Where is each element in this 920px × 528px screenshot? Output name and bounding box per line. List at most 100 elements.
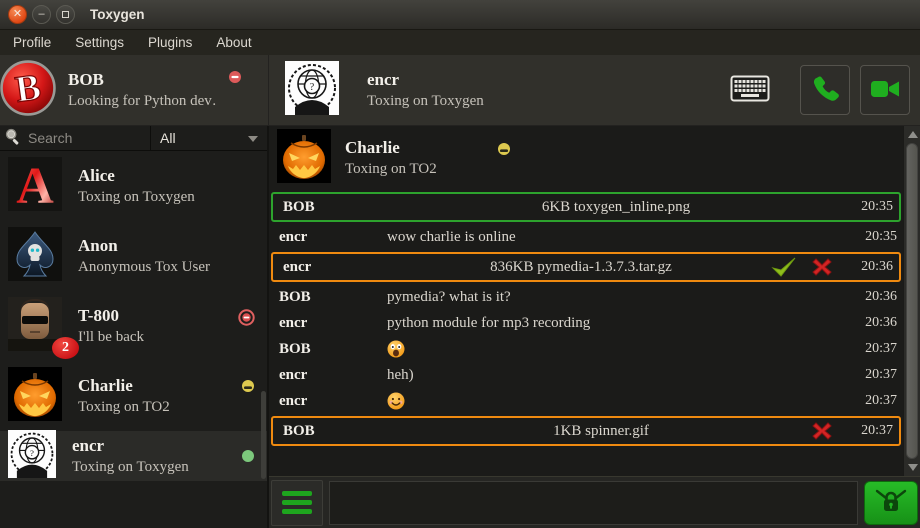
decline-file-button[interactable] bbox=[811, 421, 833, 441]
chat-peer-name: Charlie bbox=[345, 138, 437, 158]
message-body: 1KB spinner.gif bbox=[391, 423, 811, 440]
svg-text:?: ? bbox=[30, 447, 34, 457]
menu-settings[interactable]: Settings bbox=[75, 35, 124, 50]
sidebar-scrollbar-thumb[interactable] bbox=[261, 391, 266, 479]
check-icon bbox=[771, 256, 797, 278]
chat-peer-avatar bbox=[277, 129, 331, 188]
send-message-button[interactable] bbox=[864, 481, 918, 525]
contact-filter-dropdown[interactable]: All bbox=[151, 126, 267, 150]
cross-icon bbox=[811, 421, 833, 441]
message-sender: encr bbox=[279, 229, 387, 246]
message-row: encr wow charlie is online 20:35 bbox=[269, 224, 903, 250]
menu-plugins[interactable]: Plugins bbox=[148, 35, 192, 50]
online-status-icon bbox=[241, 449, 255, 468]
svg-text:?: ? bbox=[310, 82, 315, 93]
message-row: BOB pymedia? what is it? 20:36 bbox=[269, 284, 903, 310]
message-body: pymedia? what is it? bbox=[387, 289, 845, 306]
away-status-icon bbox=[497, 142, 511, 161]
window-title: Toxygen bbox=[90, 7, 145, 22]
chat-scrollbar[interactable] bbox=[903, 126, 920, 476]
minimize-window-icon[interactable]: – bbox=[32, 5, 51, 24]
hamburger-menu-icon bbox=[282, 491, 312, 496]
active-contact-avatar: ? bbox=[285, 61, 339, 120]
chat-peer-status-message: Toxing on TO2 bbox=[345, 161, 437, 178]
message-sender: BOB bbox=[283, 199, 391, 216]
self-profile[interactable]: B BOB Looking for Python dev… bbox=[0, 55, 269, 125]
contact-row-charlie[interactable]: Charlie Toxing on TO2 bbox=[0, 361, 267, 431]
search-input[interactable] bbox=[26, 129, 138, 147]
cross-icon bbox=[811, 257, 833, 277]
message-input[interactable] bbox=[329, 481, 858, 525]
audio-call-button[interactable] bbox=[800, 65, 850, 115]
message-sender: encr bbox=[279, 315, 387, 332]
active-chat-header: ? encr Toxing on Toxygen bbox=[269, 55, 920, 125]
contact-name: Alice bbox=[78, 166, 195, 186]
phone-icon bbox=[810, 74, 840, 107]
file-transfer-row[interactable]: BOB 1KB spinner.gif 20:37 bbox=[271, 416, 901, 446]
message-body: python module for mp3 recording bbox=[387, 315, 845, 332]
top-panel: B BOB Looking for Python dev… ? encr Tox… bbox=[0, 55, 920, 126]
message-time: 20:35 bbox=[855, 229, 897, 245]
message-history: Charlie Toxing on TO2 BOB 6KB toxygen_in… bbox=[269, 126, 920, 476]
contact-row-t-800[interactable]: T-800 I'll be back 2 bbox=[0, 291, 267, 361]
menu-profile[interactable]: Profile bbox=[13, 35, 51, 50]
message-body: 6KB toxygen_inline.png bbox=[391, 199, 841, 216]
accept-file-button[interactable] bbox=[771, 256, 797, 278]
video-call-button[interactable] bbox=[860, 65, 910, 115]
scroll-down-icon[interactable] bbox=[908, 464, 918, 471]
message-sender: encr bbox=[283, 259, 391, 276]
busy-status-icon bbox=[238, 309, 255, 331]
message-time: 20:36 bbox=[855, 315, 897, 331]
maximize-window-icon[interactable] bbox=[56, 5, 75, 24]
chat-scrollbar-thumb[interactable] bbox=[906, 143, 918, 459]
decline-file-button[interactable] bbox=[811, 257, 833, 277]
message-body bbox=[387, 392, 845, 410]
message-sender: BOB bbox=[279, 289, 387, 306]
keyboard-icon bbox=[730, 90, 770, 105]
contact-filter-value: All bbox=[160, 130, 176, 146]
hamburger-menu-icon bbox=[282, 509, 312, 514]
smiling-face-icon bbox=[387, 392, 405, 410]
contact-row-encr[interactable]: ? encr Toxing on Toxygen bbox=[0, 431, 267, 481]
file-transfer-row[interactable]: BOB 6KB toxygen_inline.png 20:35 bbox=[271, 192, 901, 222]
message-sender: BOB bbox=[279, 341, 387, 358]
contact-row-anon[interactable]: Anon Anonymous Tox User bbox=[0, 221, 267, 291]
message-time: 20:36 bbox=[855, 289, 897, 305]
self-avatar[interactable]: B bbox=[0, 60, 56, 121]
message-sender: BOB bbox=[283, 423, 391, 440]
close-window-icon[interactable]: ✕ bbox=[8, 5, 27, 24]
message-row: encr python module for mp3 recording 20:… bbox=[269, 310, 903, 336]
self-name: BOB bbox=[68, 70, 218, 90]
title-bar: ✕ – Toxygen bbox=[0, 0, 920, 30]
contact-row-alice[interactable]: A Alice Toxing on Toxygen bbox=[0, 151, 267, 221]
contact-avatar bbox=[8, 367, 62, 426]
scroll-up-icon[interactable] bbox=[908, 131, 918, 138]
message-body bbox=[387, 340, 845, 358]
file-transfer-row[interactable]: encr 836KB pymedia-1.3.7.3.tar.gz 20:36 bbox=[271, 252, 901, 282]
contact-status-message: Anonymous Tox User bbox=[78, 259, 210, 276]
message-time: 20:37 bbox=[855, 367, 897, 383]
video-camera-icon bbox=[870, 77, 900, 104]
chat-peer-header[interactable]: Charlie Toxing on TO2 bbox=[269, 128, 903, 188]
contacts-sidebar: All A Alice Toxing on Toxygen Anon Anony… bbox=[0, 126, 269, 528]
chevron-down-icon bbox=[248, 136, 258, 142]
busy-status-icon bbox=[228, 70, 242, 89]
message-time: 20:37 bbox=[855, 393, 897, 409]
unread-count-badge: 2 bbox=[52, 337, 79, 359]
message-time: 20:35 bbox=[851, 199, 893, 215]
menu-about[interactable]: About bbox=[216, 35, 251, 50]
message-row: encr heh) 20:37 bbox=[269, 362, 903, 388]
main-area: All A Alice Toxing on Toxygen Anon Anony… bbox=[0, 126, 920, 528]
contact-name: encr bbox=[72, 436, 189, 456]
away-status-icon bbox=[241, 379, 255, 398]
message-body: heh) bbox=[387, 367, 845, 384]
chat-menu-button[interactable] bbox=[271, 480, 323, 526]
screen-keyboard-button[interactable] bbox=[730, 75, 770, 105]
contact-avatar: A bbox=[8, 157, 62, 216]
message-sender: encr bbox=[279, 393, 387, 410]
contact-avatar bbox=[8, 227, 62, 286]
hamburger-menu-icon bbox=[282, 500, 312, 505]
contact-status-message: Toxing on TO2 bbox=[78, 399, 170, 416]
contact-status-message: I'll be back bbox=[78, 329, 144, 346]
active-contact-name: encr bbox=[367, 70, 484, 90]
